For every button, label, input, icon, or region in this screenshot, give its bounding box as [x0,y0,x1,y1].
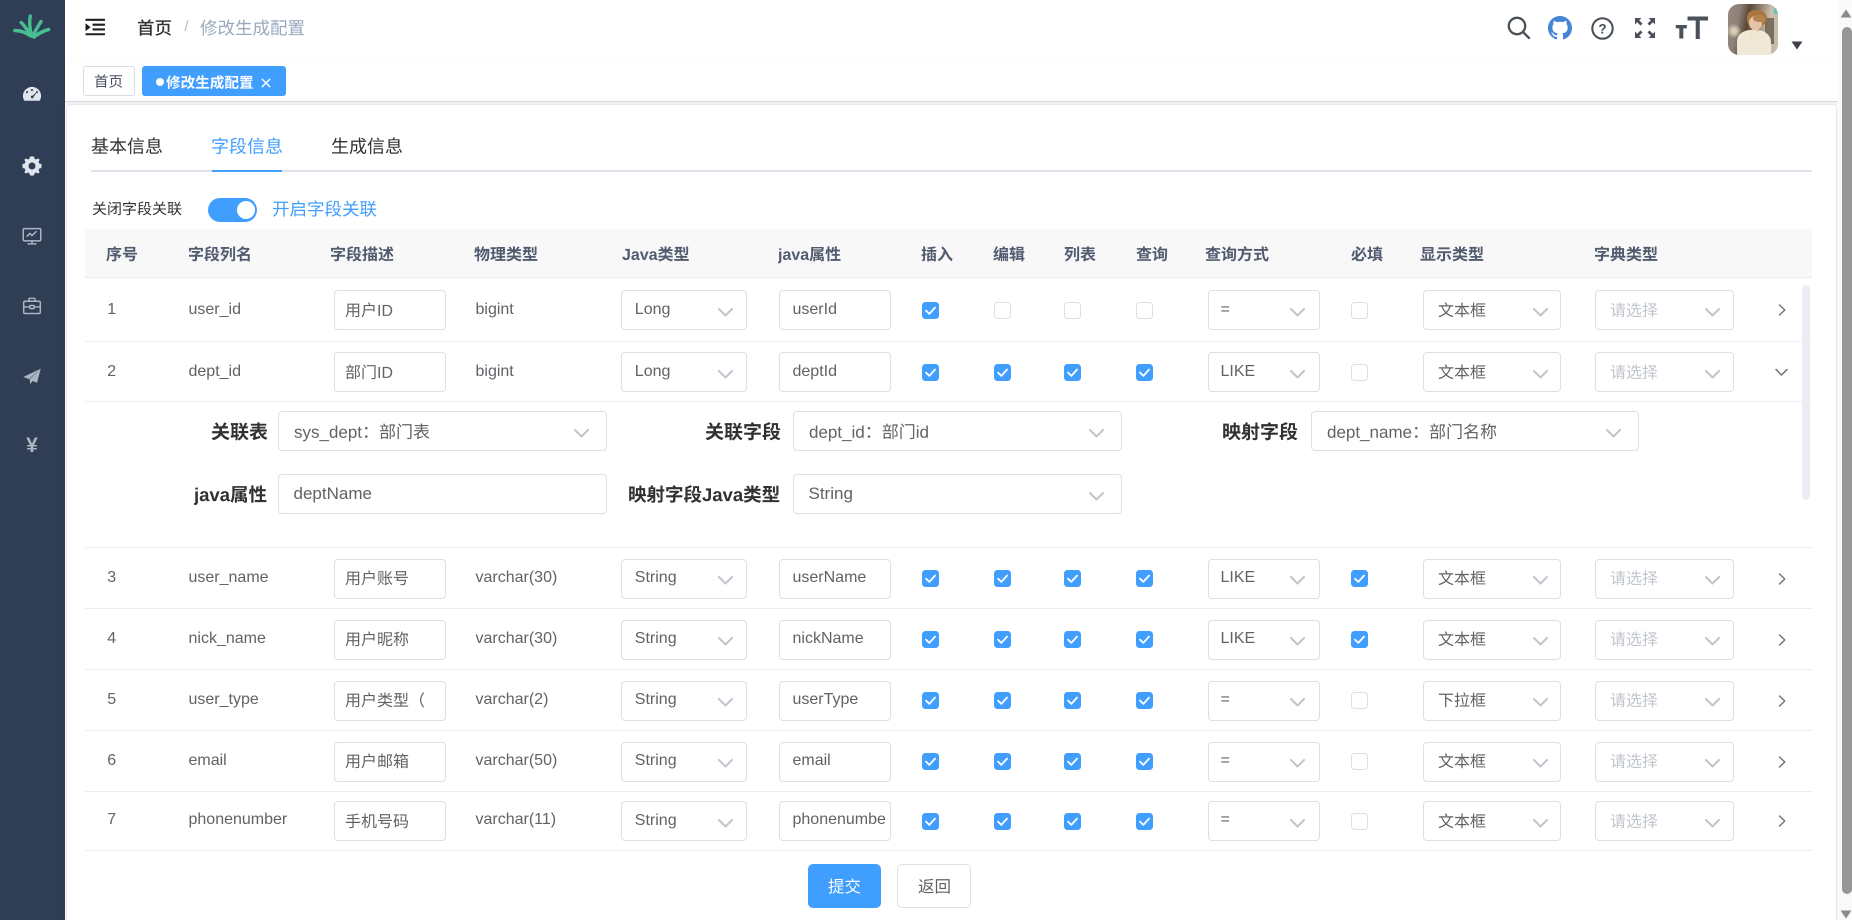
svg-text:?: ? [1598,21,1606,36]
